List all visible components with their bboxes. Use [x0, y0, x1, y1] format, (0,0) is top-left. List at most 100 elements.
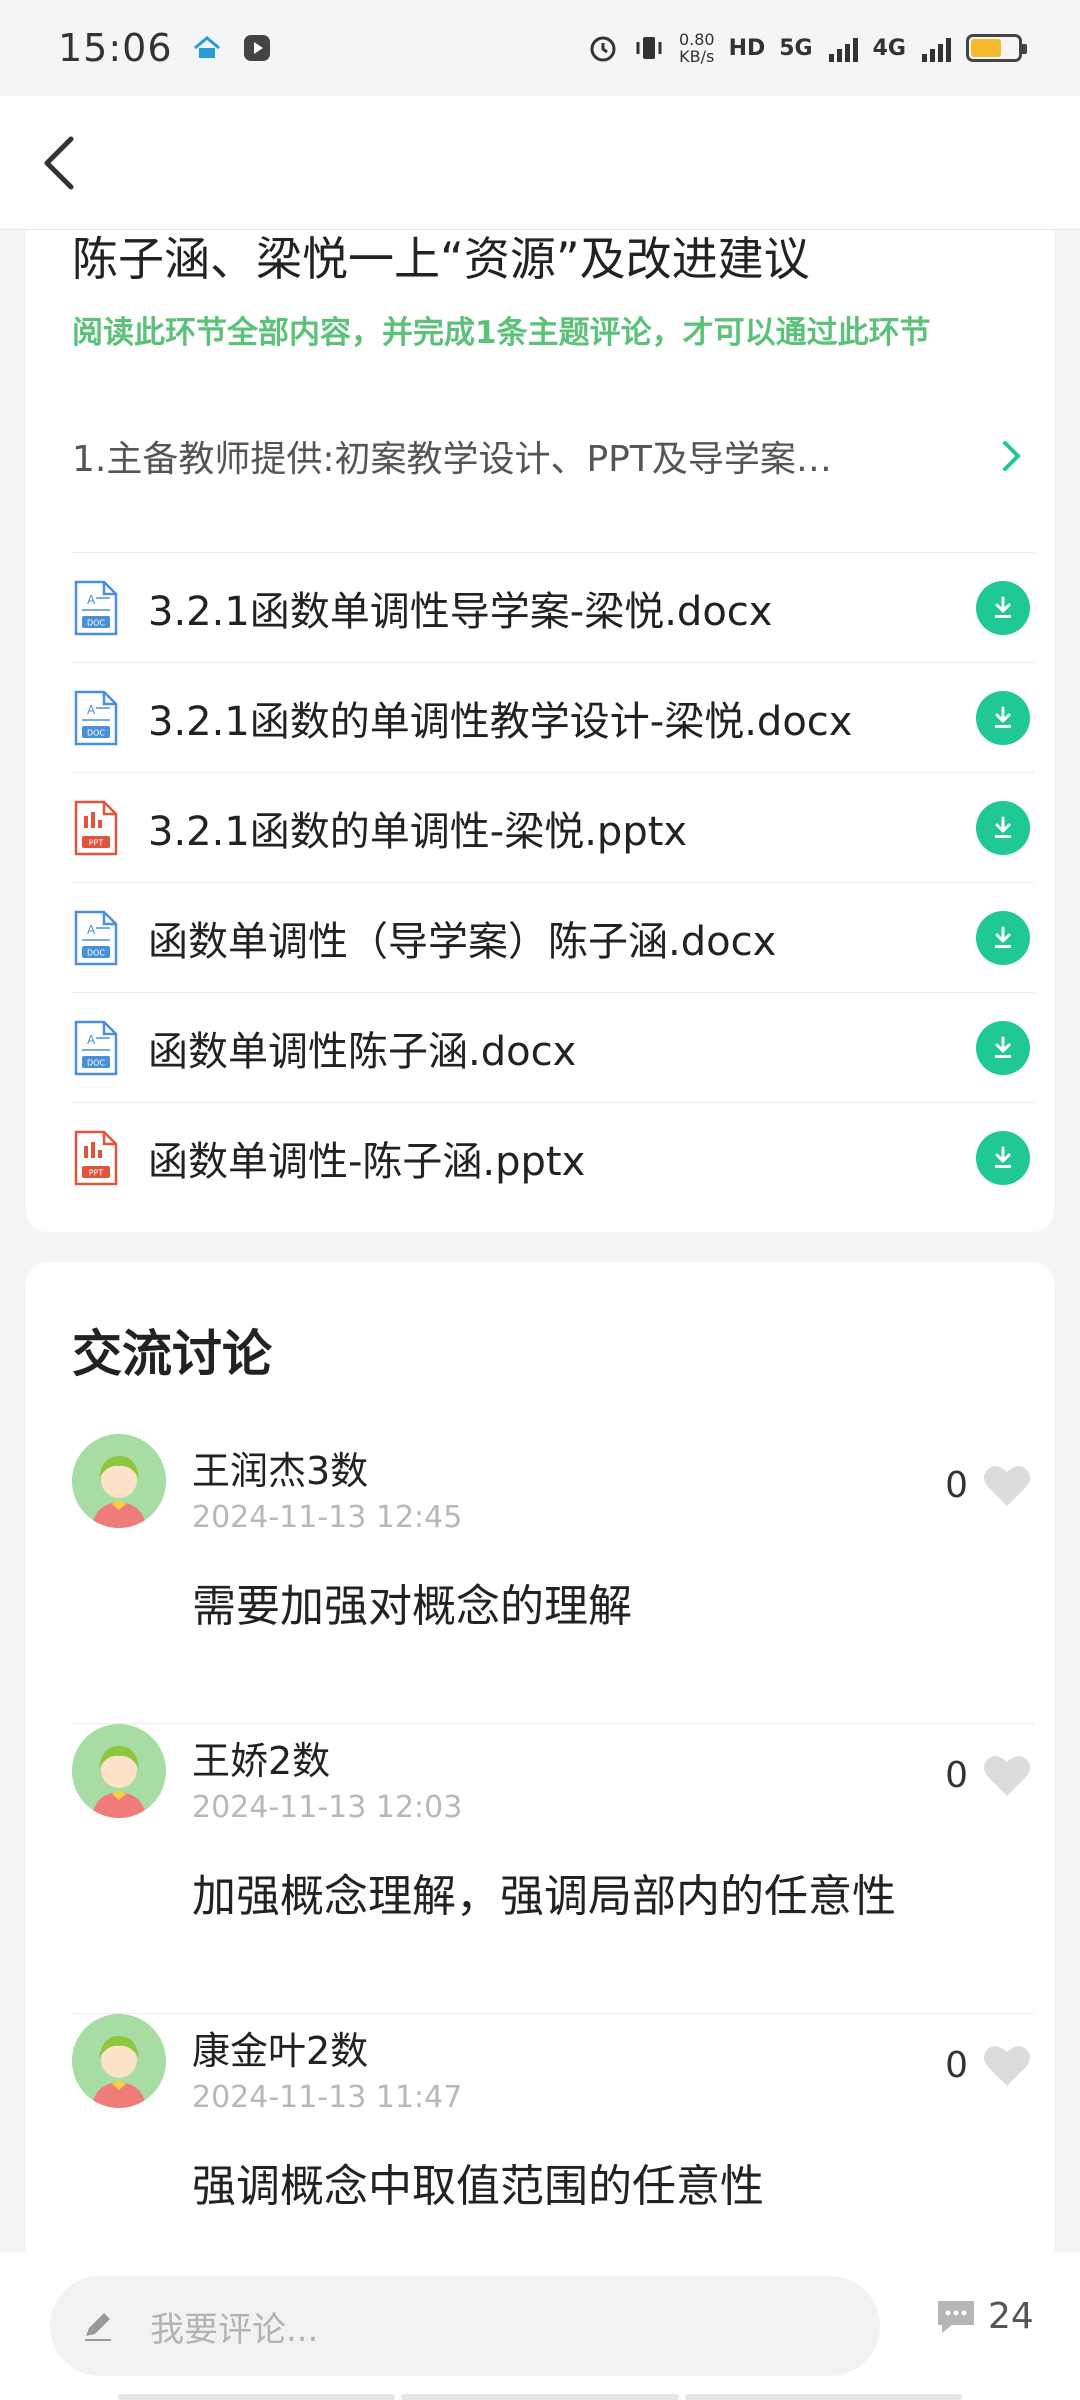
network-4g-label: 4G: [872, 35, 906, 61]
like-button[interactable]: 0: [945, 1752, 1032, 1798]
net-speed-value: 0.80: [678, 30, 715, 49]
comment-text: 加强概念理解，强调局部内的任意性: [192, 1871, 896, 1922]
home-app-icon: [193, 36, 220, 58]
heart-icon: [984, 2046, 1030, 2086]
svg-text:A: A: [87, 593, 96, 607]
file-item[interactable]: PPT 函数单调性-陈子涵.pptx: [72, 1102, 1034, 1212]
download-button[interactable]: [976, 1021, 1030, 1075]
svg-text:PPT: PPT: [89, 838, 104, 847]
user-avatar-icon: [72, 1434, 166, 1528]
comment-text: 强调概念中取值范围的任意性: [192, 2161, 764, 2212]
doc-icon: DOC A: [74, 910, 118, 965]
comment-timestamp: 2024-11-13 12:03: [192, 1790, 463, 1825]
comment-count: 24: [988, 2296, 1034, 2337]
play-app-icon: [243, 35, 270, 61]
battery-icon: [966, 34, 1027, 62]
avatar[interactable]: [72, 1434, 166, 1528]
chevron-right-icon: [992, 436, 1032, 476]
doc-icon: DOC A: [74, 580, 118, 635]
status-time: 15:06: [58, 26, 173, 70]
like-count: 0: [945, 2044, 968, 2086]
download-button[interactable]: [976, 801, 1030, 855]
avatar[interactable]: [72, 1724, 166, 1818]
download-icon: [995, 926, 1011, 948]
user-avatar-icon: [72, 1724, 166, 1818]
svg-text:DOC: DOC: [87, 728, 105, 737]
signal-icon: [828, 38, 858, 62]
comment-item: 王娇2数 2024-11-13 12:03 0 加强概念理解，强调局部内的任意性: [72, 1724, 1034, 2014]
heart-icon: [984, 1756, 1030, 1796]
doc-icon: DOC A: [74, 1020, 118, 1075]
file-item[interactable]: DOC A 3.2.1函数单调性导学案-梁悦.docx: [72, 552, 1034, 662]
nav-indicator: [118, 2394, 962, 2400]
download-icon: [995, 816, 1011, 838]
avatar[interactable]: [72, 2014, 166, 2108]
resource-description-row[interactable]: 1.主备教师提供:初案教学设计、PPT及导学案…: [72, 426, 1032, 486]
completion-requirement: 阅读此环节全部内容，并完成1条主题评论，才可以通过此环节: [72, 315, 931, 351]
svg-text:PPT: PPT: [89, 1168, 104, 1177]
signal-icon: [922, 38, 951, 62]
download-button[interactable]: [976, 691, 1030, 745]
file-item[interactable]: PPT 3.2.1函数的单调性-梁悦.pptx: [72, 772, 1034, 882]
network-5g-label: 5G: [779, 35, 813, 61]
file-item[interactable]: DOC A 函数单调性陈子涵.docx: [72, 992, 1034, 1102]
heart-icon: [984, 1466, 1030, 1506]
resource-card: 陈子涵、梁悦一上“资源”及改进建议 阅读此环节全部内容，并完成1条主题评论，才可…: [26, 230, 1054, 1232]
pencil-icon: [85, 2313, 111, 2341]
like-button[interactable]: 0: [945, 2042, 1032, 2088]
svg-text:DOC: DOC: [87, 618, 105, 627]
file-name: 3.2.1函数单调性导学案-梁悦.docx: [148, 588, 773, 635]
download-icon: [995, 1036, 1011, 1058]
net-speed: 0.80 KB/s: [679, 31, 715, 65]
download-button[interactable]: [976, 911, 1030, 965]
comment-placeholder: 我要评论...: [150, 2309, 319, 2350]
download-icon: [995, 1146, 1011, 1168]
download-icon: [995, 706, 1011, 728]
svg-text:DOC: DOC: [87, 1058, 105, 1067]
bottom-comment-bar: 我要评论... 24: [0, 2252, 1080, 2400]
ppt-icon: PPT: [74, 1130, 118, 1185]
file-name: 函数单调性陈子涵.docx: [148, 1028, 577, 1075]
like-count: 0: [945, 1464, 968, 1506]
comment-count-button[interactable]: 24: [934, 2296, 1034, 2337]
like-button[interactable]: 0: [945, 1462, 1032, 1508]
svg-text:DOC: DOC: [87, 948, 105, 957]
status-left: 15:06: [58, 26, 273, 70]
doc-icon: DOC A: [74, 690, 118, 745]
file-name: 函数单调性（导学案）陈子涵.docx: [148, 918, 777, 965]
top-nav-bar: [0, 96, 1080, 230]
comment-bubble-icon: [938, 2300, 974, 2333]
resource-description: 1.主备教师提供:初案教学设计、PPT及导学案…: [72, 439, 832, 480]
hd-label: HD: [728, 35, 766, 61]
svg-text:A: A: [87, 1033, 96, 1047]
file-list: DOC A 3.2.1函数单调性导学案-梁悦.docx DOC A 3.2.1函…: [72, 552, 1034, 1212]
file-name: 函数单调性-陈子涵.pptx: [148, 1138, 586, 1185]
comment-item: 王润杰3数 2024-11-13 12:45 0 需要加强对概念的理解: [72, 1434, 1034, 1724]
file-name: 3.2.1函数的单调性-梁悦.pptx: [148, 808, 688, 855]
chevron-left-icon: [44, 136, 74, 190]
svg-text:A: A: [87, 703, 96, 717]
commenter-name: 王润杰3数: [192, 1449, 369, 1493]
back-button[interactable]: [24, 128, 94, 198]
file-name: 3.2.1函数的单调性教学设计-梁悦.docx: [148, 698, 853, 745]
status-right: 0.80 KB/s HD 5G 4G: [587, 31, 1027, 65]
battery-fill: [971, 39, 1001, 57]
status-bar: 15:06 0.80 KB/s HD 5G 4G: [0, 0, 1080, 96]
comment-text: 需要加强对概念的理解: [192, 1581, 632, 1632]
like-count: 0: [945, 1754, 968, 1796]
user-avatar-icon: [72, 2014, 166, 2108]
comment-timestamp: 2024-11-13 12:45: [192, 1500, 463, 1535]
download-button[interactable]: [976, 581, 1030, 635]
discussion-card: 交流讨论 王润杰3数 2024-11-13 12:45 0 需要加强对概念的理解: [26, 1262, 1054, 2262]
ppt-icon: PPT: [74, 800, 118, 855]
download-icon: [995, 596, 1011, 618]
commenter-name: 康金叶2数: [192, 2029, 369, 2073]
resource-title: 陈子涵、梁悦一上“资源”及改进建议: [72, 232, 810, 286]
comment-input[interactable]: 我要评论...: [50, 2276, 880, 2376]
download-button[interactable]: [976, 1131, 1030, 1185]
commenter-name: 王娇2数: [192, 1739, 331, 1783]
file-item[interactable]: DOC A 3.2.1函数的单调性教学设计-梁悦.docx: [72, 662, 1034, 772]
file-item[interactable]: DOC A 函数单调性（导学案）陈子涵.docx: [72, 882, 1034, 992]
comment-timestamp: 2024-11-13 11:47: [192, 2080, 463, 2115]
net-speed-unit: KB/s: [679, 47, 715, 66]
